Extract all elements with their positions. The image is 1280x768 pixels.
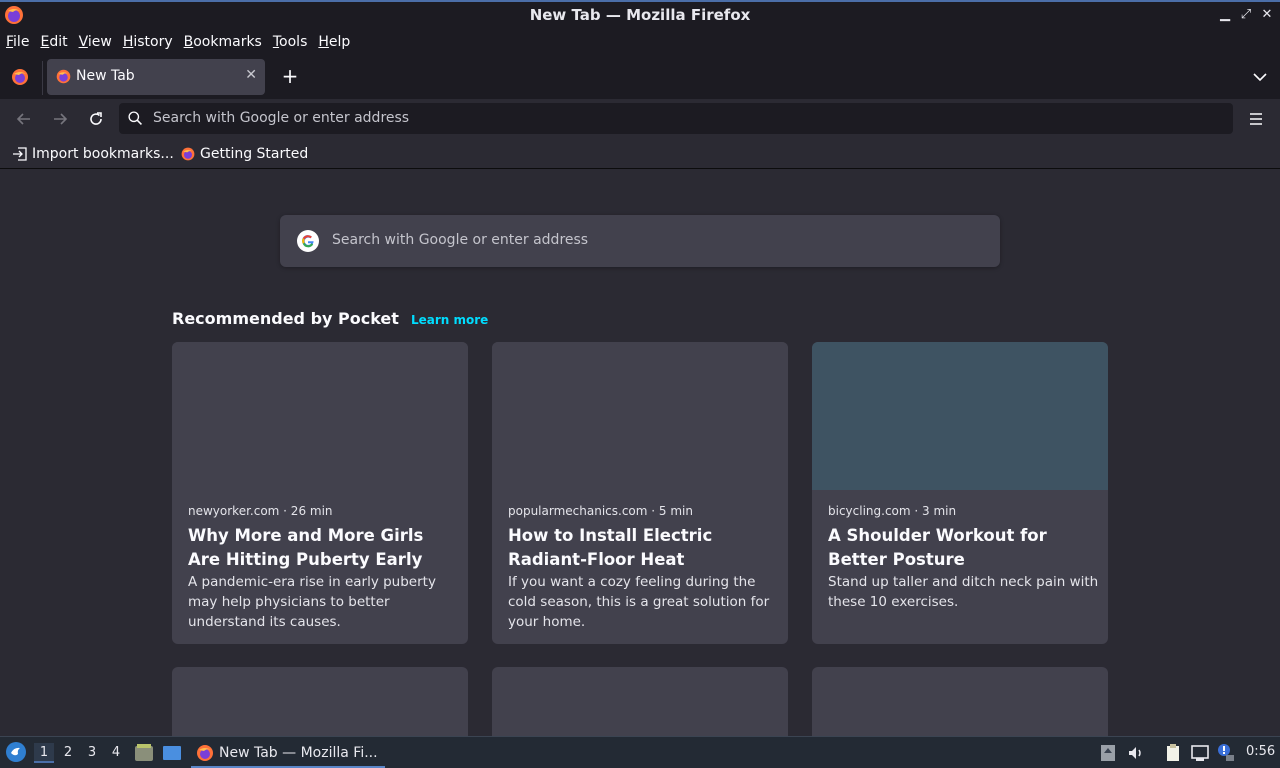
firefox-icon (181, 147, 195, 161)
new-tab-search-placeholder: Search with Google or enter address (332, 232, 589, 248)
bookmark-import[interactable]: Import bookmarks... (12, 144, 174, 164)
learn-more-link[interactable]: Learn more (411, 313, 488, 327)
workspace-2[interactable]: 2 (58, 743, 78, 763)
window-titlebar: New Tab — Mozilla Firefox ▁ ⤢ ✕ (0, 0, 1280, 29)
pocket-section-header: Recommended by Pocket Learn more (172, 309, 488, 328)
url-bar-placeholder: Search with Google or enter address (153, 110, 410, 126)
forward-arrow-icon[interactable] (50, 109, 70, 129)
tab-divider (42, 61, 43, 95)
card-source: newyorker.com · 26 min (188, 504, 333, 518)
firefox-icon (56, 69, 71, 84)
menu-file[interactable]: File (6, 34, 29, 50)
bookmarks-toolbar: Import bookmarks... Getting Started (0, 139, 1280, 169)
card-thumbnail (492, 342, 788, 490)
menu-tools[interactable]: Tools (273, 34, 308, 50)
start-menu-icon[interactable] (5, 741, 27, 763)
window-title: New Tab — Mozilla Firefox (529, 6, 751, 24)
workspace-1[interactable]: 1 (34, 743, 54, 763)
minimize-button[interactable]: ▁ (1218, 7, 1232, 23)
reload-icon[interactable] (86, 109, 106, 129)
bookmark-label: Import bookmarks... (32, 146, 174, 162)
desktop-taskbar: 1 2 3 4 New Tab — Mozilla Fi... 0:56 (0, 736, 1280, 768)
menu-bar: File Edit View History Bookmarks Tools H… (0, 29, 1280, 55)
pocket-title: Recommended by Pocket (172, 309, 399, 328)
taskbar-clock: 0:56 (1246, 744, 1276, 759)
new-tab-button[interactable]: + (280, 66, 300, 86)
google-icon (297, 230, 319, 252)
menu-history[interactable]: History (123, 34, 173, 50)
menu-help[interactable]: Help (318, 34, 350, 50)
navigation-toolbar: Search with Google or enter address (0, 99, 1280, 139)
menu-bookmarks[interactable]: Bookmarks (184, 34, 262, 50)
url-bar[interactable]: Search with Google or enter address (119, 103, 1233, 134)
clipboard-icon[interactable] (1163, 743, 1183, 763)
pocket-card[interactable]: bicycling.com · 3 min A Shoulder Workout… (812, 342, 1108, 644)
tab-new-tab[interactable]: New Tab ✕ (47, 59, 265, 95)
import-icon (13, 147, 27, 161)
card-headline: How to Install Electric Radiant-Floor He… (508, 526, 713, 569)
desktop-icon[interactable] (161, 742, 183, 764)
file-manager-icon[interactable] (133, 742, 155, 764)
bookmark-getting-started[interactable]: Getting Started (180, 144, 308, 164)
workspace-4[interactable]: 4 (106, 743, 126, 763)
card-source: bicycling.com · 3 min (828, 504, 957, 518)
updates-icon[interactable] (1098, 743, 1118, 763)
new-tab-search-box[interactable]: Search with Google or enter address (280, 215, 1000, 267)
card-excerpt: Stand up taller and ditch neck pain with… (828, 574, 1099, 610)
card-thumbnail (812, 342, 1108, 490)
menu-view[interactable]: View (79, 34, 112, 50)
tab-close-icon[interactable]: ✕ (245, 67, 257, 83)
card-headline: A Shoulder Workout for Better Posture (828, 526, 1047, 569)
firefox-icon (197, 744, 213, 761)
pocket-card[interactable]: newyorker.com · 26 min Why More and More… (172, 342, 468, 644)
back-arrow-icon[interactable] (14, 109, 34, 129)
tab-strip: New Tab ✕ + (0, 55, 1280, 99)
card-excerpt: If you want a cozy feeling during the co… (508, 574, 770, 630)
tab-title: New Tab (76, 68, 135, 84)
workspace-3[interactable]: 3 (82, 743, 102, 763)
pocket-card-placeholder[interactable] (492, 667, 788, 736)
card-source: popularmechanics.com · 5 min (508, 504, 693, 518)
volume-icon[interactable] (1126, 743, 1146, 763)
hamburger-menu-icon[interactable] (1247, 109, 1265, 129)
pocket-card-placeholder[interactable] (812, 667, 1108, 736)
task-label: New Tab — Mozilla Fi... (219, 744, 378, 761)
network-icon[interactable] (1190, 743, 1210, 763)
menu-edit[interactable]: Edit (40, 34, 67, 50)
search-icon (128, 111, 142, 125)
chevron-down-icon[interactable] (1250, 67, 1270, 87)
bookmark-label: Getting Started (200, 146, 309, 162)
pocket-card[interactable]: popularmechanics.com · 5 min How to Inst… (492, 342, 788, 644)
card-thumbnail (172, 342, 468, 490)
new-tab-page: Search with Google or enter address Reco… (0, 170, 1280, 736)
taskbar-task-firefox[interactable]: New Tab — Mozilla Fi... (191, 739, 385, 768)
maximize-button[interactable]: ⤢ (1239, 7, 1253, 23)
notification-icon[interactable] (1216, 743, 1236, 763)
firefox-view-icon[interactable] (10, 67, 30, 87)
card-excerpt: A pandemic-era rise in early puberty may… (188, 574, 436, 630)
pocket-card-placeholder[interactable] (172, 667, 468, 736)
close-window-button[interactable]: ✕ (1260, 7, 1274, 23)
card-headline: Why More and More Girls Are Hitting Pube… (188, 526, 424, 569)
